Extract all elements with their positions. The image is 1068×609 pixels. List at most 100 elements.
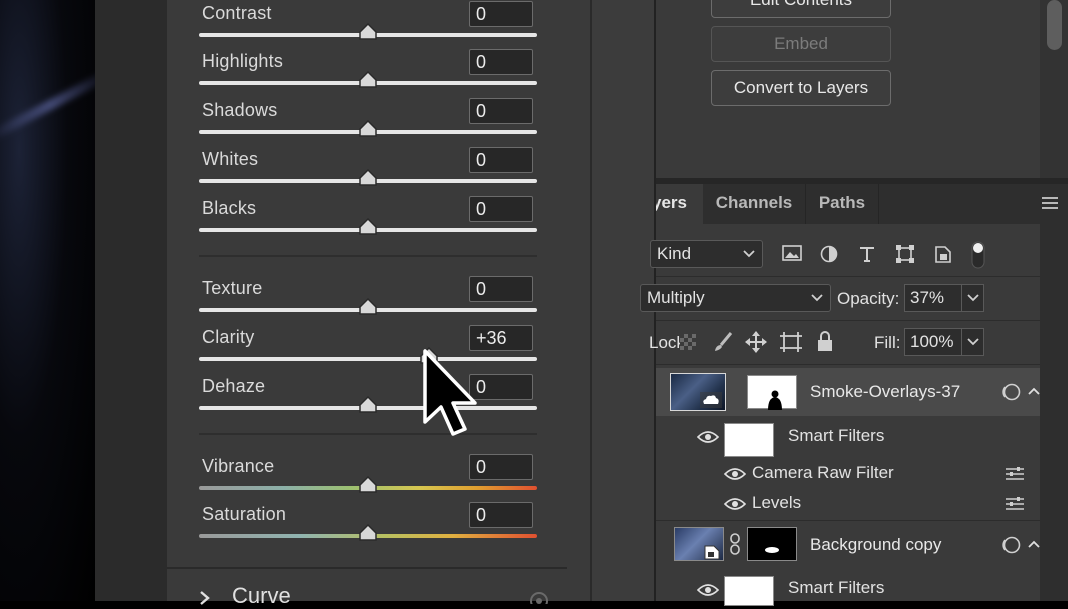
filter-name-levels[interactable]: Levels [752,493,801,513]
slider-value-texture[interactable]: 0 [469,276,533,302]
mask-shape-icon [765,547,779,553]
lock-position-icon[interactable] [745,331,767,353]
blend-mode-select[interactable]: Multiply [640,284,831,312]
slider-value-saturation[interactable]: 0 [469,502,533,528]
slider-value-blacks[interactable]: 0 [469,196,533,222]
opacity-dropdown[interactable] [962,284,984,312]
smart-object-badge-icon [700,392,722,408]
lock-image-pixels-icon[interactable] [713,331,733,353]
layer-name[interactable]: Smoke-Overlays-37 [810,382,960,402]
properties-scroll-thumb[interactable] [1047,0,1062,50]
curve-section-header[interactable] [167,569,567,601]
chevron-down-icon [811,294,823,302]
layers-panel-separator [656,364,1040,365]
filter-name-camera-raw[interactable]: Camera Raw Filter [752,463,894,483]
layers-panel-separator [656,320,1040,321]
smart-filter-mask-thumbnail[interactable] [724,423,774,457]
visibility-eye-icon[interactable] [724,497,746,511]
tab-layers[interactable]: Layers [656,184,703,224]
slider-value-shadows[interactable]: 0 [469,98,533,124]
slider-value-whites[interactable]: 0 [469,147,533,173]
fill-input[interactable]: 100% [904,328,962,356]
edit-contents-button[interactable]: Edit Contents [711,0,891,18]
slider-label-whites: Whites [202,149,259,169]
filter-toggle-switch[interactable] [970,240,986,270]
layer-thumbnail[interactable] [670,373,726,411]
chevron-up-icon[interactable] [1028,540,1040,548]
slider-thumb-highlights[interactable] [358,71,378,89]
panel-menu-icon[interactable] [1042,196,1058,210]
slider-label-texture: Texture [202,278,263,298]
smart-object-filter-icon[interactable] [934,244,952,264]
pixel-layer-filter-icon[interactable] [782,244,802,262]
mask-silhouette-icon [768,390,782,410]
layer-thumbnail[interactable] [674,527,724,561]
slider-label-clarity: Clarity [202,327,255,347]
chevron-down-icon [967,294,979,302]
smart-filters-label[interactable]: Smart Filters [788,426,884,446]
filter-blending-options-icon[interactable] [1005,466,1025,482]
slider-label-saturation: Saturation [202,504,287,524]
adjustment-layer-filter-icon[interactable] [820,245,838,263]
convert-to-layers-button[interactable]: Convert to Layers [711,70,891,106]
kind-select-value: Kind [657,244,692,263]
chevron-right-icon[interactable] [198,590,212,606]
slider-thumb-vibrance[interactable] [358,476,378,494]
slider-track-clarity[interactable] [199,357,537,361]
slider-thumb-texture[interactable] [358,298,378,316]
visibility-eye-icon[interactable] [697,583,719,597]
opacity-input[interactable]: 37% [904,284,962,312]
slider-value-contrast[interactable]: 0 [469,1,533,27]
fill-dropdown[interactable] [962,328,984,356]
slider-label-vibrance: Vibrance [202,456,275,476]
slider-thumb-whites[interactable] [358,169,378,187]
mouse-cursor-icon [423,349,477,436]
slider-value-vibrance[interactable]: 0 [469,454,533,480]
smart-filters-label[interactable]: Smart Filters [788,578,884,598]
lock-artboard-icon[interactable] [779,331,803,353]
layers-scrollbar[interactable] [1040,224,1068,601]
smart-object-link-icon[interactable] [1000,535,1022,555]
slider-value-highlights[interactable]: 0 [469,49,533,75]
slider-label-contrast: Contrast [202,3,272,23]
slider-thumb-dehaze[interactable] [358,396,378,414]
layer-name[interactable]: Background copy [810,535,941,555]
tab-paths[interactable]: Paths [806,184,879,224]
slider-label-dehaze: Dehaze [202,376,266,396]
visibility-eye-icon[interactable] [697,430,719,444]
visibility-eye-icon[interactable] [528,590,550,604]
chevron-up-icon[interactable] [1028,387,1040,395]
fill-label: Fill: [874,333,901,352]
blend-mode-value: Multiply [647,288,705,307]
smart-object-link-icon[interactable] [1000,382,1022,402]
embed-button[interactable]: Embed [711,26,891,62]
slider-label-shadows: Shadows [202,100,278,120]
filter-blending-options-icon[interactable] [1005,496,1025,512]
visibility-eye-icon[interactable] [724,467,746,481]
section-divider [199,433,537,435]
slider-value-clarity[interactable]: +36 [469,325,533,351]
layer-mask-thumbnail[interactable] [747,527,797,561]
type-layer-filter-icon[interactable] [858,245,876,263]
camera-raw-panel-gutter [567,0,591,601]
layer-mask-thumbnail[interactable] [747,375,797,410]
camera-raw-dialog-edge [95,0,167,601]
slider-thumb-shadows[interactable] [358,120,378,138]
lock-transparent-pixels-icon[interactable] [679,333,697,351]
layer-filter-kind-select[interactable]: Kind [650,240,763,268]
smart-object-badge-icon [704,545,720,560]
opacity-label: Opacity: [837,289,900,308]
tab-channels[interactable]: Channels [703,184,806,224]
chevron-down-icon [967,338,979,346]
slider-thumb-blacks[interactable] [358,218,378,236]
mask-link-icon[interactable] [729,533,741,555]
chevron-down-icon [743,250,755,258]
section-divider [199,255,537,257]
shape-layer-filter-icon[interactable] [895,244,915,264]
smart-filter-mask-thumbnail[interactable] [724,576,774,606]
lock-all-icon[interactable] [816,330,834,352]
curve-section-label: Curve [232,583,291,608]
slider-value-dehaze[interactable]: 0 [469,374,533,400]
slider-thumb-saturation[interactable] [358,524,378,542]
slider-thumb-contrast[interactable] [358,23,378,41]
